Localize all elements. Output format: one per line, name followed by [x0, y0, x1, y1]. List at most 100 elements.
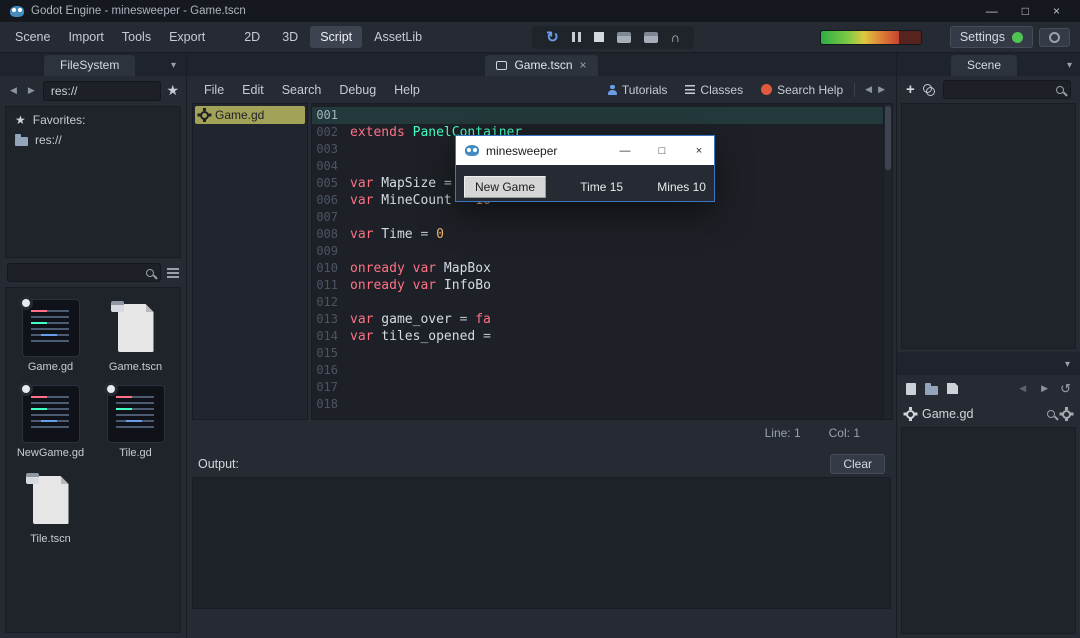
- tab-filesystem[interactable]: FileSystem: [44, 55, 135, 76]
- screen-tab-3d[interactable]: 3D: [272, 26, 308, 48]
- file-list-toggle-icon[interactable]: [167, 268, 179, 278]
- tab-game-tscn[interactable]: Game.tscn ×: [485, 55, 597, 76]
- script-help-buttons: Tutorials Classes Search Help: [604, 81, 847, 99]
- game-close-button[interactable]: ×: [684, 136, 714, 165]
- play-scene-button[interactable]: [617, 32, 631, 43]
- line-number: 006: [312, 192, 350, 209]
- save-resource-icon[interactable]: [947, 383, 958, 394]
- code-line[interactable]: 017: [312, 379, 883, 396]
- settings-button[interactable]: Settings: [950, 26, 1033, 48]
- code-line[interactable]: 011onready var InfoBo: [312, 277, 883, 294]
- script-menubar: FileEditSearchDebugHelp: [195, 79, 429, 101]
- script-menu-help[interactable]: Help: [385, 79, 429, 101]
- menu-import[interactable]: Import: [59, 26, 112, 48]
- code-line[interactable]: 012: [312, 294, 883, 311]
- scene-icon: [496, 61, 507, 70]
- filesystem-tabbar: FileSystem ▾: [0, 53, 186, 76]
- output-log: [192, 477, 891, 609]
- code-line[interactable]: 015: [312, 345, 883, 362]
- scene-dock: Scene ▾ + ▾ ◀ ▶ ↺: [896, 53, 1080, 638]
- stop-button[interactable]: [594, 32, 604, 42]
- menu-tools[interactable]: Tools: [113, 26, 160, 48]
- file-item-newgame-gd[interactable]: NewGame.gd: [8, 380, 93, 466]
- code-line[interactable]: 016: [312, 362, 883, 379]
- instance-scene-icon[interactable]: [923, 84, 935, 96]
- update-spinner-button[interactable]: [1039, 28, 1070, 47]
- script-menu-debug[interactable]: Debug: [330, 79, 385, 101]
- close-tab-icon[interactable]: ×: [580, 58, 587, 72]
- code-line[interactable]: 008var Time = 0: [312, 226, 883, 243]
- load-resource-icon[interactable]: [925, 386, 938, 395]
- add-node-button[interactable]: +: [906, 82, 915, 97]
- code-scrollbar[interactable]: [883, 104, 892, 419]
- maximize-button[interactable]: □: [1022, 5, 1029, 17]
- code-line[interactable]: 007: [312, 209, 883, 226]
- file-item-game-gd[interactable]: Game.gd: [8, 294, 93, 380]
- menu-scene[interactable]: Scene: [6, 26, 59, 48]
- script-menu-search[interactable]: Search: [273, 79, 331, 101]
- play-custom-scene-button[interactable]: [644, 32, 658, 43]
- script-back-button[interactable]: ◀: [862, 82, 875, 97]
- script-forward-button[interactable]: ▶: [875, 82, 888, 97]
- game-minimize-button[interactable]: —: [610, 136, 640, 165]
- script-menu-edit[interactable]: Edit: [233, 79, 273, 101]
- screen-tab-assetlib[interactable]: AssetLib: [364, 26, 432, 48]
- screen-tab-2d[interactable]: 2D: [234, 26, 270, 48]
- inspector-search-icon[interactable]: [1047, 410, 1055, 418]
- status-ok-icon: [1012, 32, 1023, 43]
- file-item-tile-tscn[interactable]: Tile.tscn: [8, 466, 93, 552]
- search-icon: [146, 269, 154, 277]
- inspector-forward-button[interactable]: ▶: [1038, 381, 1051, 396]
- game-titlebar[interactable]: minesweeper — □ ×: [456, 136, 714, 165]
- profiler-bar: [820, 30, 922, 45]
- star-icon: ★: [15, 113, 26, 127]
- pause-button[interactable]: [572, 32, 581, 42]
- screen-tab-script[interactable]: Script: [310, 26, 362, 48]
- dock-menu-icon[interactable]: ▾: [169, 60, 178, 76]
- code-line[interactable]: 013var game_over = fa: [312, 311, 883, 328]
- code-line[interactable]: 014var tiles_opened =: [312, 328, 883, 345]
- scrollbar-thumb[interactable]: [885, 106, 891, 170]
- script-editor: FileEditSearchDebugHelp Tutorials Classes…: [187, 76, 896, 443]
- script-menu-file[interactable]: File: [195, 79, 233, 101]
- inspector-back-button[interactable]: ◀: [1016, 381, 1029, 396]
- code-line[interactable]: 010onready var MapBox: [312, 260, 883, 277]
- inspector-tools-icon[interactable]: [1062, 410, 1071, 419]
- favorite-toggle-button[interactable]: ★: [166, 82, 179, 99]
- help-label: Classes: [700, 83, 743, 97]
- history-icon[interactable]: ↺: [1060, 381, 1071, 397]
- filter-nodes-input[interactable]: [943, 80, 1071, 99]
- inspector-dock-menu-icon[interactable]: ▾: [1063, 359, 1072, 375]
- file-name: Tile.tscn: [30, 533, 71, 545]
- code-line[interactable]: 009: [312, 243, 883, 260]
- audio-monitor-button[interactable]: ∩: [671, 31, 680, 44]
- filesystem-search-input[interactable]: [7, 263, 161, 282]
- tab-scene[interactable]: Scene: [951, 55, 1017, 76]
- script-list-item[interactable]: Game.gd: [195, 106, 305, 124]
- update-spinner-icon: [1049, 32, 1060, 43]
- code-line[interactable]: 001: [312, 107, 883, 124]
- history-back-button[interactable]: ◀: [7, 83, 20, 98]
- history-forward-button[interactable]: ▶: [25, 83, 38, 98]
- favorites-header[interactable]: ★ Favorites:: [8, 110, 178, 130]
- close-button[interactable]: ×: [1053, 5, 1060, 17]
- minimize-button[interactable]: —: [986, 5, 998, 17]
- path-input[interactable]: res://: [43, 81, 162, 101]
- root-folder-item[interactable]: res://: [8, 130, 178, 150]
- menu-export[interactable]: Export: [160, 26, 214, 48]
- file-item-game-tscn[interactable]: Game.tscn: [93, 294, 178, 380]
- game-maximize-button[interactable]: □: [647, 136, 677, 165]
- scene-dock-menu-icon[interactable]: ▾: [1065, 60, 1074, 76]
- horizontal-splitter[interactable]: [187, 443, 896, 450]
- help-button-list[interactable]: Classes: [681, 81, 747, 99]
- new-resource-icon[interactable]: [906, 383, 916, 395]
- clear-button[interactable]: Clear: [830, 454, 885, 474]
- help-button-person[interactable]: Tutorials: [604, 81, 672, 99]
- new-game-button[interactable]: New Game: [464, 176, 546, 198]
- code-line[interactable]: 018: [312, 396, 883, 413]
- scene-tree: [901, 103, 1076, 349]
- search-icon: [1056, 86, 1064, 94]
- help-button-help[interactable]: Search Help: [757, 81, 847, 99]
- play-button[interactable]: ↻: [546, 30, 559, 45]
- file-item-tile-gd[interactable]: Tile.gd: [93, 380, 178, 466]
